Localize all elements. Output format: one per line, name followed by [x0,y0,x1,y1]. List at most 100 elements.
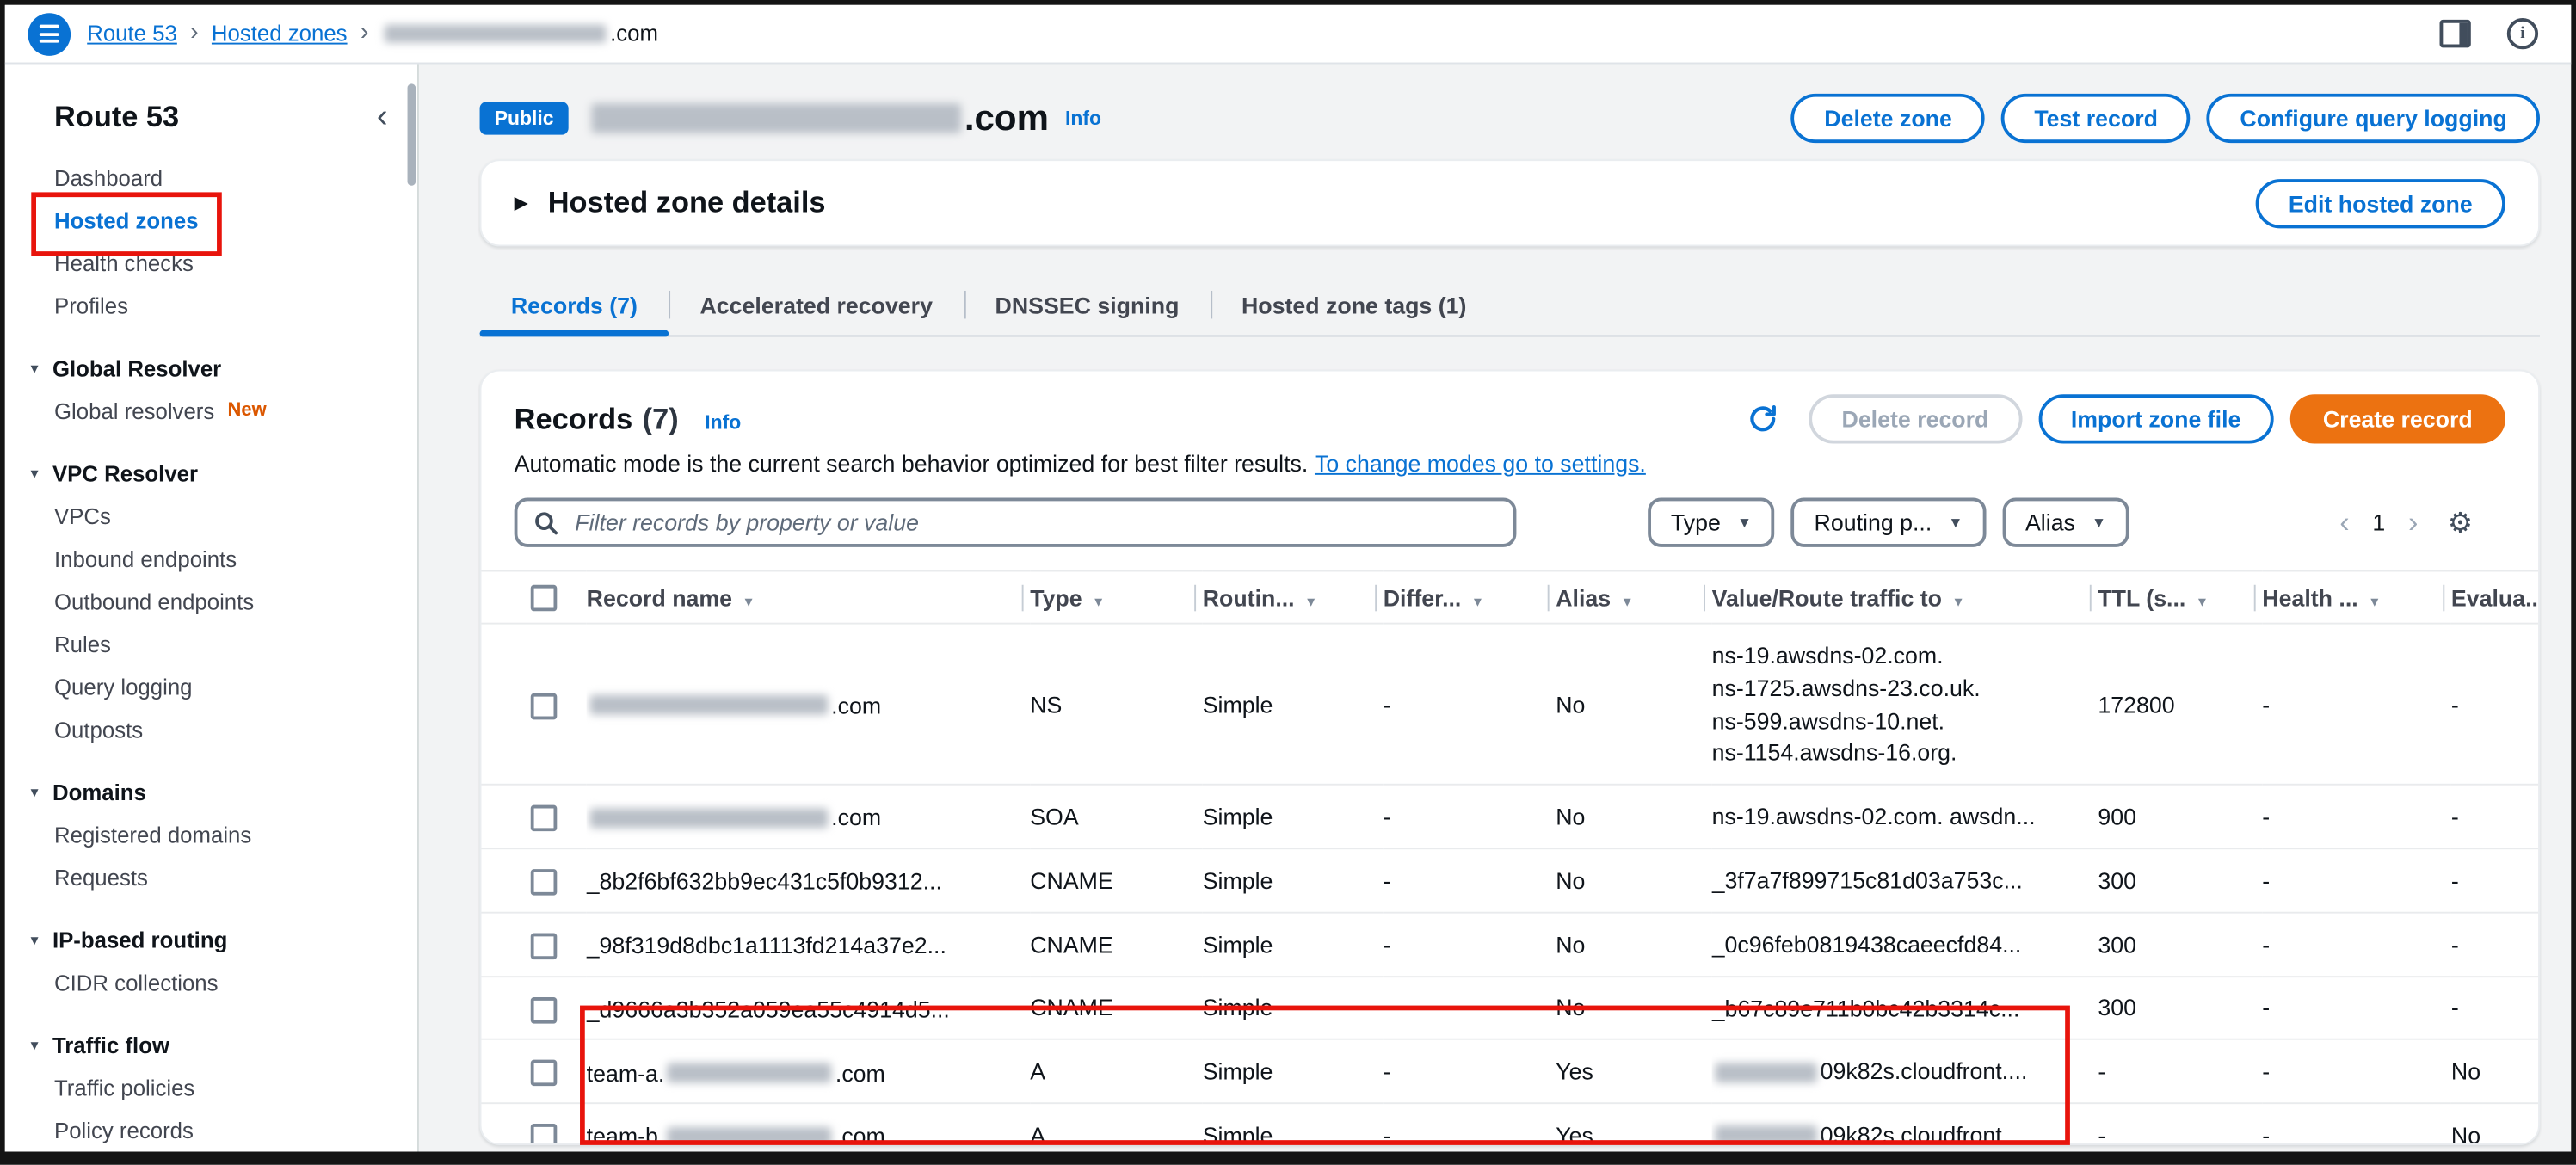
sidebar-item-registered-domains[interactable]: Registered domains [5,813,417,856]
hosted-zone-details-toggle[interactable]: ▶ Hosted zone details [515,186,826,220]
redacted-text [668,1126,832,1145]
sidebar-item-dashboard[interactable]: Dashboard [5,156,417,199]
chevron-down-icon: ▼ [1737,515,1752,531]
breadcrumb-route53[interactable]: Route 53 [87,22,177,46]
refresh-button[interactable] [1743,399,1783,439]
sidebar-scrollbar[interactable] [408,83,416,185]
record-text: ns-1725.awsdns-23.co.uk. [1712,675,1981,701]
cell-ttl: 300 [2098,912,2262,976]
row-checkbox[interactable] [531,933,558,959]
delete-record-button[interactable]: Delete record [1809,394,2021,443]
delete-zone-button[interactable]: Delete zone [1791,94,1985,143]
breadcrumb: Route 53 › Hosted zones › .com [87,22,658,46]
cell-type: SOA [1030,785,1202,848]
sidebar-item-profiles[interactable]: Profiles [5,284,417,327]
redacted-text [589,695,828,715]
record-text: ns-19.awsdns-02.com. awsdn... [1712,804,2036,830]
column-header-alias[interactable]: Alias▼ [1556,571,1711,624]
sidebar-item-cidr-collections[interactable]: CIDR collections [5,961,417,1004]
sidebar-item-outbound-endpoints[interactable]: Outbound endpoints [5,580,417,623]
cell-value: _b67c89e711b0bc42b3314c... [1712,976,2098,1039]
sidebar-collapse-button[interactable]: ‹ [377,105,388,128]
change-modes-link[interactable]: To change modes go to settings. [1315,450,1646,477]
column-header-evalua[interactable]: Evalua...▼ [2451,571,2540,624]
record-text: _8b2f6bf632bb9ec431c5f0b9312... [587,868,942,895]
row-checkbox[interactable] [531,996,558,1023]
preferences-gear-button[interactable]: ⚙ [2448,509,2473,536]
sidebar-item-policy-records[interactable]: Policy records [5,1109,417,1152]
records-title: Records (7) Info [515,402,742,436]
cell-type: NS [1030,624,1202,785]
cell-evaluate: - [2451,848,2540,912]
next-page-button[interactable]: › [2408,508,2418,537]
sidebar-item-health-checks[interactable]: Health checks [5,242,417,285]
column-header-label: Record name [587,584,732,611]
cell-evaluate: No [2451,1104,2540,1145]
cell-text: - [1384,995,1391,1021]
select-all-checkbox[interactable] [531,585,558,612]
previous-page-button[interactable]: ‹ [2339,508,2349,537]
configure-query-logging-button[interactable]: Configure query logging [2207,94,2540,143]
edit-hosted-zone-button[interactable]: Edit hosted zone [2256,178,2505,227]
cell-record-name: team-b..com [587,1104,1031,1145]
cell-health: - [2262,1104,2451,1145]
row-checkbox[interactable] [531,1060,558,1087]
info-link[interactable]: Info [705,410,741,433]
filter-type-select[interactable]: Type ▼ [1648,498,1775,547]
row-checkbox[interactable] [531,693,558,719]
cell-text: - [2262,804,2270,830]
cell-health: - [2262,912,2451,976]
sidebar-item-hosted-zones[interactable]: Hosted zones [5,199,417,242]
import-zone-file-button[interactable]: Import zone file [2038,394,2274,443]
breadcrumb-hosted-zones[interactable]: Hosted zones [212,22,348,46]
menu-button[interactable] [28,12,71,55]
cell-differentiator: - [1384,912,1556,976]
column-header-label: Alias [1556,584,1611,611]
search-input[interactable] [571,508,1496,537]
sidebar-section-header-vpc-resolver[interactable]: ▼VPC Resolver [5,452,417,495]
column-header-record-name[interactable]: Record name▼ [587,571,1031,624]
cell-routing: Simple [1203,785,1384,848]
sidebar-item-outposts[interactable]: Outposts [5,708,417,751]
sidebar-section-header-ip-based-routing[interactable]: ▼IP-based routing [5,918,417,961]
tab-records[interactable]: Records (7) [480,282,669,335]
sidebar-item-traffic-policies[interactable]: Traffic policies [5,1066,417,1109]
sidebar-item-rules[interactable]: Rules [5,623,417,666]
cell-ttl: 300 [2098,848,2262,912]
filter-routing-policy-select[interactable]: Routing p... ▼ [1791,498,1986,547]
sidebar-section-header-traffic-flow[interactable]: ▼Traffic flow [5,1024,417,1067]
sidebar-section-header-global-resolver[interactable]: ▼Global Resolver [5,347,417,390]
sidebar-item-inbound-endpoints[interactable]: Inbound endpoints [5,537,417,580]
test-record-button[interactable]: Test record [2001,94,2191,143]
sidebar-item-vpcs[interactable]: VPCs [5,495,417,538]
info-icon[interactable]: i [2507,18,2538,49]
split-panel-icon[interactable] [2440,20,2471,47]
sidebar-section-header-domains[interactable]: ▼Domains [5,771,417,814]
tab-hosted-zone-tags[interactable]: Hosted zone tags (1) [1211,282,1498,335]
column-header-value-route-traffic-to[interactable]: Value/Route traffic to▼ [1712,571,2098,624]
zone-header: Public .com Info Delete zone Test record… [480,90,2540,146]
sidebar-item-label: Profiles [54,293,128,318]
cell-text: - [1384,1058,1391,1085]
column-header-health[interactable]: Health ...▼ [2262,571,2451,624]
tab-accelerated-recovery[interactable]: Accelerated recovery [669,282,964,335]
column-header-type[interactable]: Type▼ [1030,571,1202,624]
current-page[interactable]: 1 [2372,509,2385,536]
filter-alias-select[interactable]: Alias ▼ [2002,498,2129,547]
row-checkbox[interactable] [531,869,558,896]
create-record-button[interactable]: Create record [2290,394,2505,443]
cell-text: Yes [1556,1058,1593,1085]
sidebar-item-global-resolvers[interactable]: Global resolversNew [5,390,417,433]
cell-health: - [2262,624,2451,785]
row-checkbox[interactable] [531,805,558,832]
info-link[interactable]: Info [1065,107,1101,130]
tab-dnssec-signing[interactable]: DNSSEC signing [964,282,1210,335]
column-header-ttl-s[interactable]: TTL (s...▼ [2098,571,2262,624]
topbar-right: i [2440,18,2548,49]
sidebar-item-requests[interactable]: Requests [5,856,417,899]
column-header-differ[interactable]: Differ...▼ [1384,571,1556,624]
table-row: team-a..comASimple-Yes09k82s.cloudfront.… [481,1039,2540,1103]
row-checkbox[interactable] [531,1124,558,1144]
column-header-routin[interactable]: Routin...▼ [1203,571,1384,624]
sidebar-item-query-logging[interactable]: Query logging [5,665,417,708]
